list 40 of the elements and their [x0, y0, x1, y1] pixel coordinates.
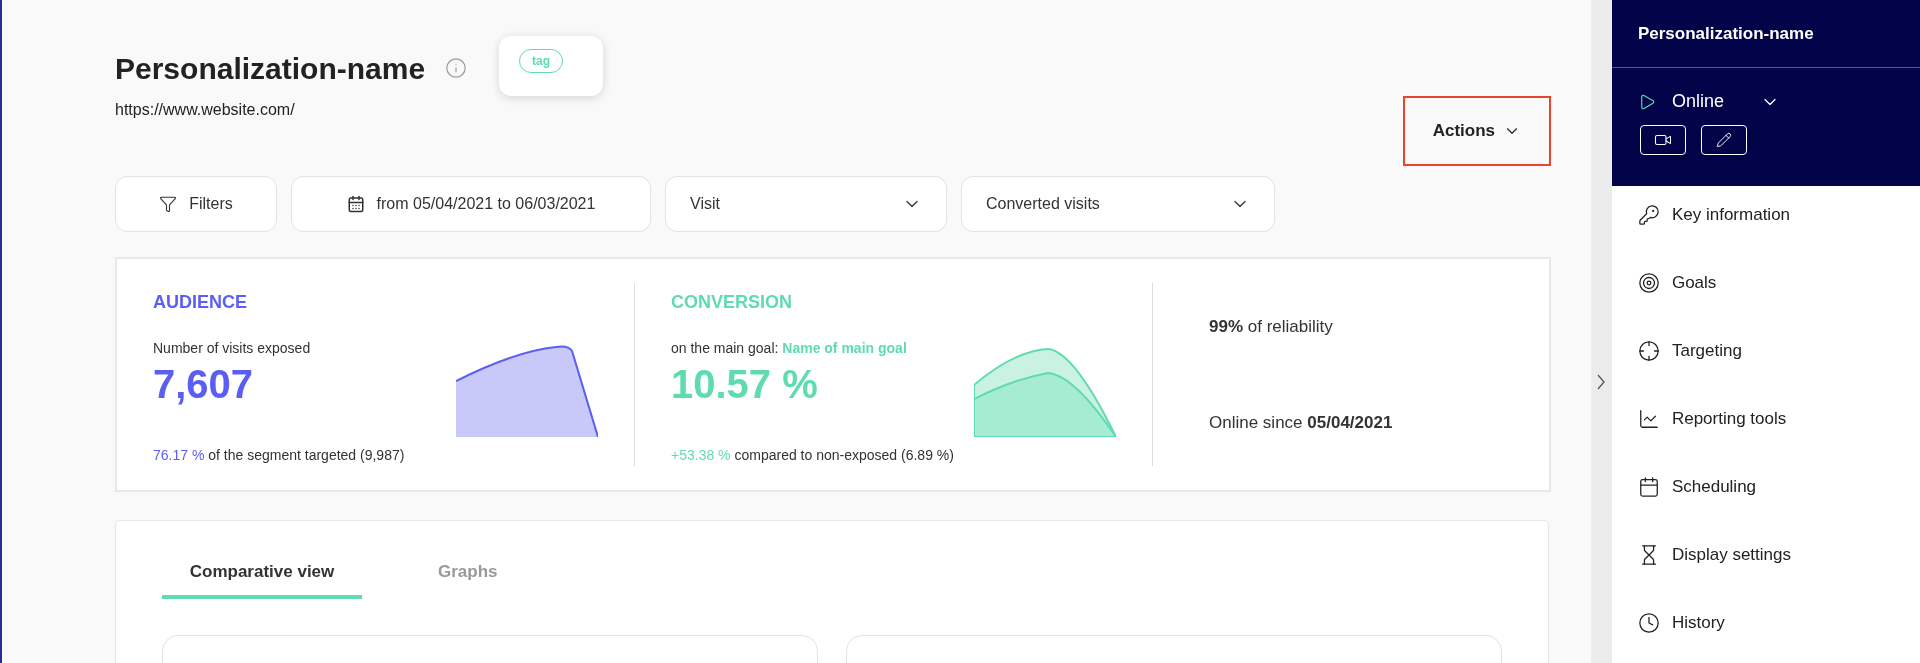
calendar-icon: [346, 195, 365, 213]
sidebar-menu-item[interactable]: Display settings: [1637, 540, 1894, 570]
dropdown-select[interactable]: Converted visits: [961, 176, 1275, 232]
sidebar-menu-item[interactable]: Reporting tools: [1637, 404, 1894, 434]
line-chart-icon: [1637, 408, 1660, 430]
kpi-label: Number of visits exposed: [153, 339, 311, 358]
kpi-footnote: +53.38 % compared to non-exposed (6.89 %): [671, 446, 955, 465]
sidebar-menu-item[interactable]: Targeting: [1637, 336, 1894, 366]
sidebar-menu-item[interactable]: Goals: [1637, 268, 1894, 298]
view-tab[interactable]: Comparative view: [162, 559, 362, 599]
status-dropdown[interactable]: Online: [1671, 88, 1780, 115]
page-title: Personalization-name: [115, 50, 426, 87]
date-range-button[interactable]: from 05/04/2021 to 06/03/2021: [291, 176, 651, 232]
actions-button[interactable]: Actions: [1402, 96, 1551, 166]
clock-icon: [1637, 612, 1660, 634]
kpi-label: on the main goal: Name of main goal: [671, 339, 907, 358]
sidebar-title: Personalization-name: [1637, 22, 1814, 45]
sidebar-menu-item[interactable]: Scheduling: [1637, 472, 1894, 502]
info-icon[interactable]: [445, 57, 468, 79]
filters-button[interactable]: Filters: [115, 176, 277, 232]
sidebar-menu-item[interactable]: Key information: [1637, 200, 1894, 230]
kpi-value: 10.57 %: [671, 361, 819, 408]
reliability-text: 99% of reliability: [1209, 316, 1334, 338]
filter-icon: [159, 195, 178, 213]
calendar-icon: [1637, 476, 1660, 498]
sidebar-menu-item[interactable]: History: [1637, 608, 1894, 638]
chevron-right-icon: [1597, 373, 1606, 390]
kpi-title: CONVERSION: [671, 291, 794, 314]
dropdown-select[interactable]: Visit: [665, 176, 947, 232]
page-url: https://www.website.com/: [115, 100, 296, 120]
kpi-title: AUDIENCE: [153, 291, 248, 314]
edit-button[interactable]: [1700, 125, 1747, 155]
video-button[interactable]: [1639, 125, 1686, 155]
online-since-text: Online since 05/04/2021: [1209, 411, 1394, 434]
pencil-icon: [1715, 132, 1732, 148]
target-icon: [1637, 272, 1660, 294]
kpi-footnote: 76.17 % of the segment targeted (9,987): [153, 446, 406, 465]
kpi-value: 7,607: [153, 361, 255, 408]
crosshair-icon: [1637, 340, 1660, 362]
key-icon: [1637, 204, 1660, 226]
